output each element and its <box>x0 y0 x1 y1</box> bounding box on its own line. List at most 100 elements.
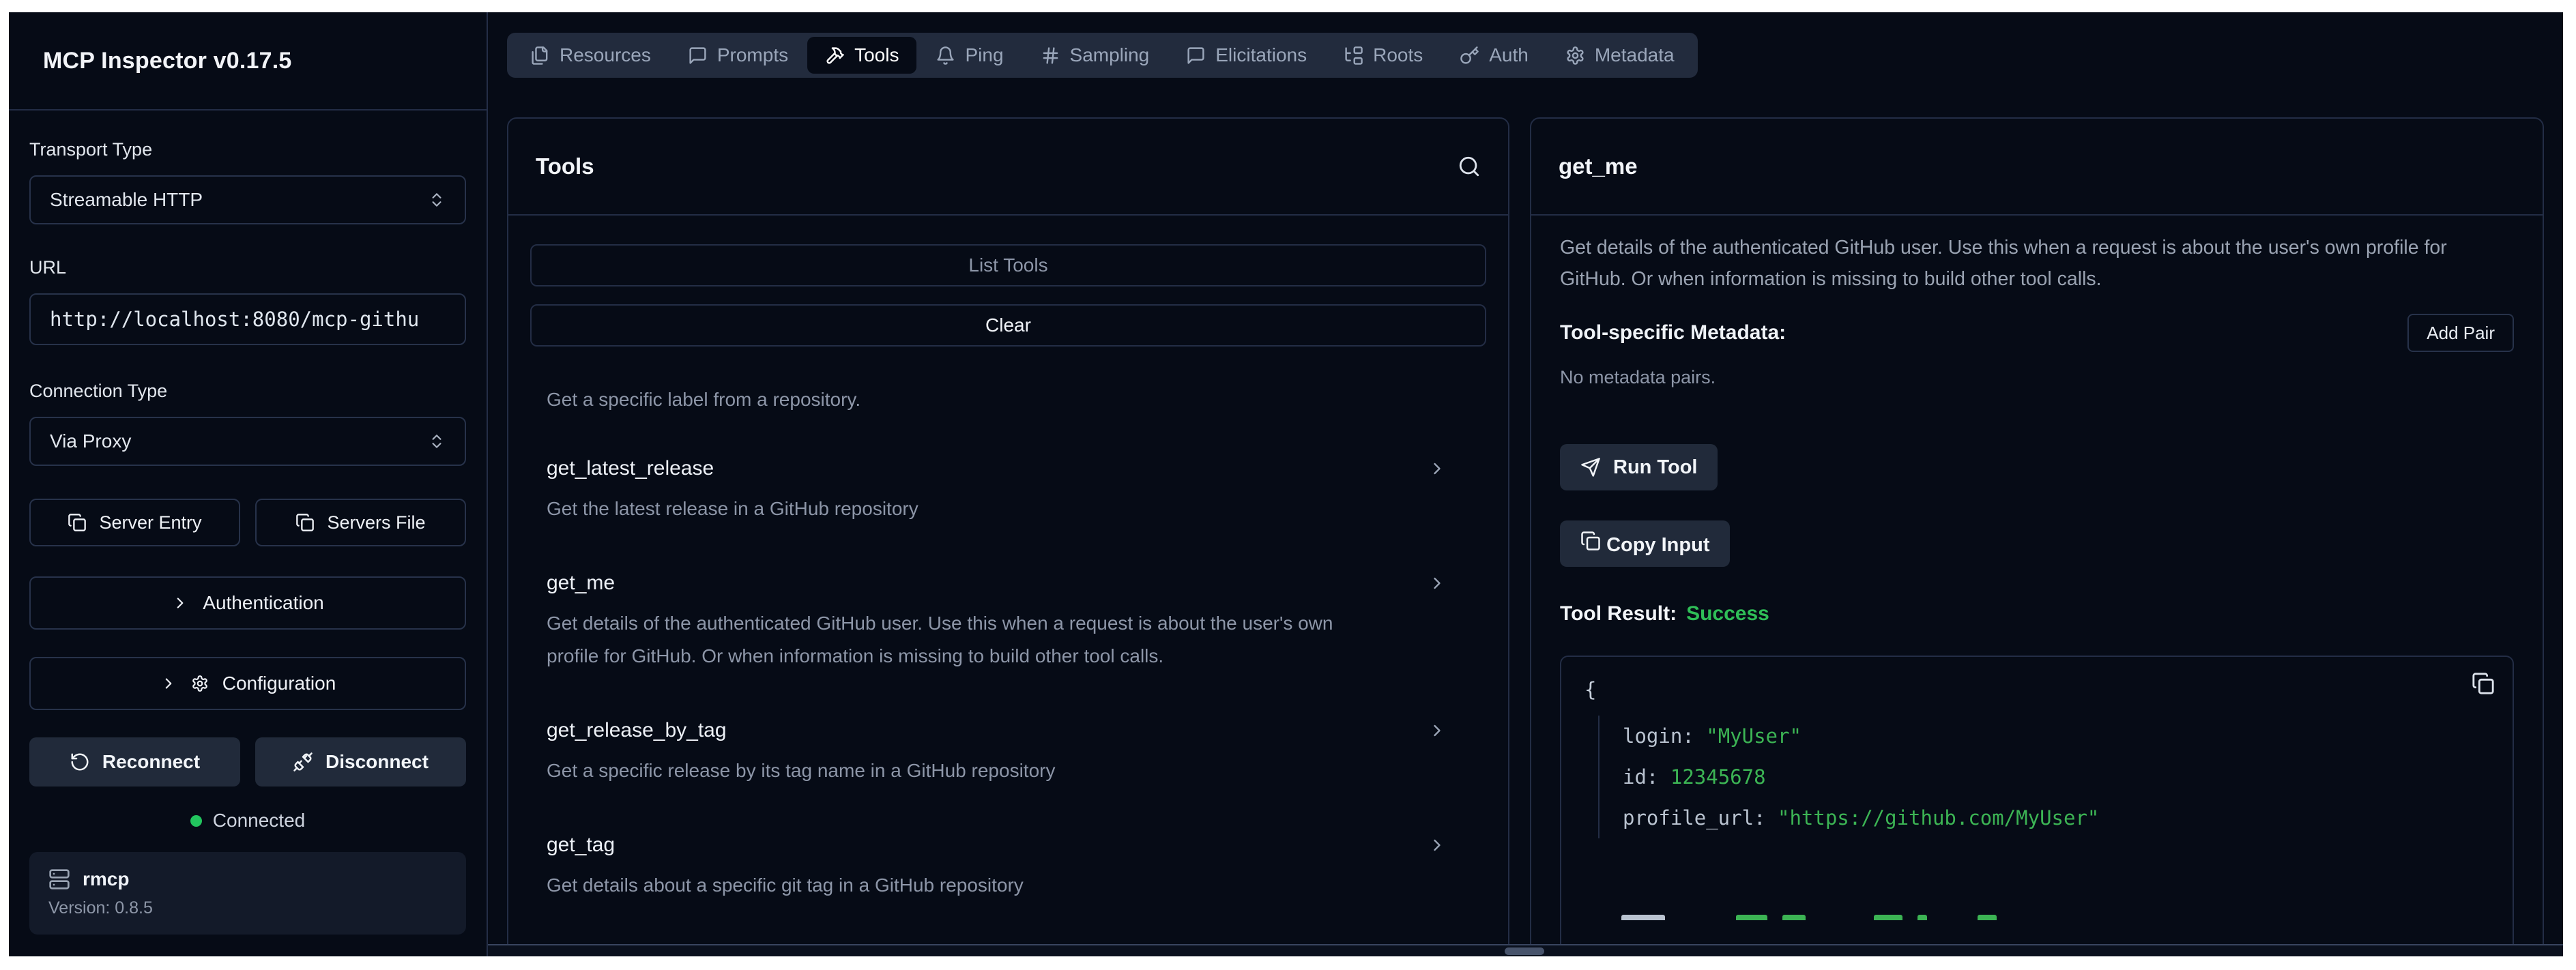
json-open-brace: { <box>1584 675 2489 705</box>
tools-body: List Tools Clear Get a specific label fr… <box>508 216 1508 945</box>
app-title: MCP Inspector v0.17.5 <box>43 48 292 74</box>
app-window: MCP Inspector v0.17.5 Transport Type Str… <box>9 12 2563 956</box>
disconnect-label: Disconnect <box>325 751 429 773</box>
transport-type-select[interactable]: Streamable HTTP <box>29 175 466 224</box>
tool-item-get-tag[interactable]: get_tag Get details about a specific git… <box>547 834 1470 902</box>
url-label: URL <box>29 257 466 278</box>
chevron-right-icon <box>160 675 177 692</box>
clipped-json-line-sliver <box>1621 915 2489 920</box>
sidebar: MCP Inspector v0.17.5 Transport Type Str… <box>9 12 488 956</box>
unplug-icon <box>293 752 313 772</box>
detail-panel-header: get_me <box>1531 119 2543 216</box>
disconnect-button[interactable]: Disconnect <box>255 737 466 787</box>
tools-caption: Get a specific label from a repository. <box>547 389 1486 411</box>
list-tools-button[interactable]: List Tools <box>530 244 1486 286</box>
search-icon[interactable] <box>1458 155 1481 178</box>
metadata-label: Tool-specific Metadata: <box>1560 321 1786 344</box>
tab-ping[interactable]: Ping <box>918 37 1021 74</box>
connection-type-select[interactable]: Via Proxy <box>29 417 466 466</box>
main-area: Resources Prompts Tools Ping Sampling El… <box>488 12 2563 956</box>
connected-dot <box>190 815 202 827</box>
configuration-expander[interactable]: Configuration <box>29 657 466 710</box>
reconnect-label: Reconnect <box>102 751 200 773</box>
copy-result-icon[interactable] <box>2472 672 2495 695</box>
chevrons-up-down-icon <box>428 432 446 450</box>
chevron-right-icon <box>1428 459 1447 478</box>
authentication-label: Authentication <box>203 592 323 614</box>
tool-item-get-release-by-tag[interactable]: get_release_by_tag Get a specific releas… <box>547 719 1470 787</box>
hash-icon <box>1041 46 1060 65</box>
servers-file-button[interactable]: Servers File <box>255 499 466 546</box>
key-icon <box>1460 46 1479 65</box>
gear-icon <box>191 675 209 692</box>
json-line-id: id: 12345678 <box>1623 756 2489 797</box>
tool-item-get-latest-release[interactable]: get_latest_release Get the latest releas… <box>547 457 1470 525</box>
copy-icon <box>68 513 87 532</box>
nav-tabs: Resources Prompts Tools Ping Sampling El… <box>507 33 1698 78</box>
tools-panel: Tools List Tools Clear Get a specific la… <box>507 117 1509 945</box>
tab-prompts[interactable]: Prompts <box>670 37 806 74</box>
connection-type-label: Connection Type <box>29 381 466 402</box>
tab-elicitations[interactable]: Elicitations <box>1168 37 1325 74</box>
detail-panel-title: get_me <box>1559 153 1638 179</box>
configuration-label: Configuration <box>222 673 336 694</box>
tab-tools[interactable]: Tools <box>807 37 916 74</box>
chevron-right-icon <box>171 594 189 612</box>
server-entry-button[interactable]: Server Entry <box>29 499 240 546</box>
server-name: rmcp <box>83 868 129 890</box>
tab-resources[interactable]: Resources <box>512 37 669 74</box>
folder-tree-icon <box>1344 46 1363 65</box>
horizontal-scrollbar[interactable] <box>488 944 2563 956</box>
copy-icon <box>295 513 315 532</box>
rotate-ccw-icon <box>70 752 90 772</box>
url-input[interactable]: http://localhost:8080/mcp-githu <box>29 293 466 345</box>
json-line-profile-url: profile_url: "https://github.com/MyUser" <box>1623 797 2489 838</box>
tab-sampling[interactable]: Sampling <box>1023 37 1168 74</box>
reconnect-button[interactable]: Reconnect <box>29 737 240 787</box>
chevron-right-icon <box>1428 721 1447 740</box>
tab-metadata[interactable]: Metadata <box>1548 37 1692 74</box>
chevron-right-icon <box>1428 836 1447 855</box>
tool-result-label: Tool Result: <box>1560 602 1677 626</box>
bell-icon <box>936 46 955 65</box>
hammer-icon <box>825 46 845 65</box>
tools-panel-title: Tools <box>536 153 594 179</box>
url-value: http://localhost:8080/mcp-githu <box>50 308 419 331</box>
result-json-viewer: { login: "MyUser" id: 12345678 p <box>1560 656 2514 945</box>
chevrons-up-down-icon <box>428 191 446 209</box>
message-square-icon <box>688 46 708 65</box>
json-body: login: "MyUser" id: 12345678 profile_url… <box>1598 716 2489 838</box>
transport-type-value: Streamable HTTP <box>50 189 203 211</box>
server-icon <box>48 868 70 890</box>
no-metadata-text: No metadata pairs. <box>1560 367 2514 388</box>
files-icon <box>530 46 550 65</box>
run-tool-button[interactable]: Run Tool <box>1560 444 1718 490</box>
authentication-expander[interactable]: Authentication <box>29 576 466 630</box>
tool-result-status: Success <box>1686 602 1769 626</box>
message-square-icon <box>1186 46 1206 65</box>
transport-type-label: Transport Type <box>29 139 466 160</box>
servers-file-label: Servers File <box>327 512 425 533</box>
copy-input-button[interactable]: Copy Input <box>1560 520 1730 567</box>
tool-item-get-me[interactable]: get_me Get details of the authenticated … <box>547 572 1470 673</box>
tool-description: Get details of the authenticated GitHub … <box>1560 232 2514 295</box>
tab-auth[interactable]: Auth <box>1442 37 1546 74</box>
tab-roots[interactable]: Roots <box>1326 37 1441 74</box>
clear-button[interactable]: Clear <box>530 304 1486 347</box>
server-entry-label: Server Entry <box>99 512 201 533</box>
json-line-login: login: "MyUser" <box>1623 716 2489 756</box>
server-info-card: rmcp Version: 0.8.5 <box>29 852 466 935</box>
add-pair-button[interactable]: Add Pair <box>2407 314 2514 352</box>
send-icon <box>1580 457 1601 477</box>
detail-body: Get details of the authenticated GitHub … <box>1531 232 2543 945</box>
server-version: Version: 0.8.5 <box>48 898 447 918</box>
content-area: Tools List Tools Clear Get a specific la… <box>507 117 2544 945</box>
connected-text: Connected <box>213 810 305 832</box>
horizontal-scrollbar-thumb[interactable] <box>1505 947 1544 955</box>
tool-detail-panel: get_me Get details of the authenticated … <box>1530 117 2544 945</box>
sidebar-header: MCP Inspector v0.17.5 <box>9 12 487 111</box>
gear-icon <box>1565 46 1585 65</box>
copy-icon <box>1580 531 1601 551</box>
sidebar-body: Transport Type Streamable HTTP URL http:… <box>9 111 487 935</box>
connection-status: Connected <box>29 810 466 832</box>
